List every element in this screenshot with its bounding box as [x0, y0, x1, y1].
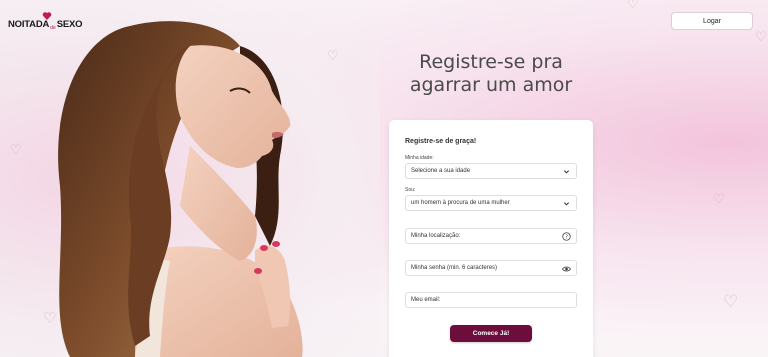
email-placeholder: Meu email: — [411, 297, 441, 303]
help-icon[interactable]: ? — [562, 232, 571, 241]
location-input[interactable]: Minha localização: ? — [405, 228, 577, 244]
page-headline: Registre-se pra agarrar um amor — [390, 51, 592, 97]
chevron-down-icon — [562, 167, 571, 176]
svg-text:?: ? — [565, 234, 568, 240]
location-placeholder: Minha localização: — [411, 233, 461, 239]
form-title: Registre-se de graça! — [405, 138, 477, 145]
gender-label: Sou: — [405, 187, 416, 193]
heart-outline-icon: ♡ — [755, 30, 767, 45]
registration-form: Registre-se de graça! Minha idade: Selec… — [389, 120, 593, 357]
heart-outline-icon: ♡ — [713, 192, 725, 207]
gender-select-value: um homem à procura de uma mulher — [411, 200, 510, 206]
chevron-down-icon — [562, 199, 571, 208]
headline-line-2: agarrar um amor — [409, 74, 573, 96]
headline-line-1: Registre-se pra — [419, 51, 563, 73]
heart-outline-icon: ♡ — [10, 143, 22, 158]
heart-outline-icon: ♡ — [723, 292, 739, 312]
age-select-value: Selecione a sua idade — [411, 168, 471, 174]
age-select[interactable]: Selecione a sua idade — [405, 163, 577, 179]
age-label: Minha idade: — [405, 155, 434, 161]
email-input[interactable]: Meu email: — [405, 292, 577, 308]
submit-button[interactable]: Comece Já! — [450, 325, 532, 342]
login-button[interactable]: Logar — [671, 12, 753, 30]
password-placeholder: Minha senha (min. 6 caracteres) — [411, 265, 498, 271]
eye-icon[interactable] — [562, 264, 571, 273]
gender-select[interactable]: um homem à procura de uma mulher — [405, 195, 577, 211]
hero-model-image — [58, 21, 303, 357]
password-input[interactable]: Minha senha (min. 6 caracteres) — [405, 260, 577, 276]
heart-outline-icon: ♡ — [627, 0, 639, 12]
